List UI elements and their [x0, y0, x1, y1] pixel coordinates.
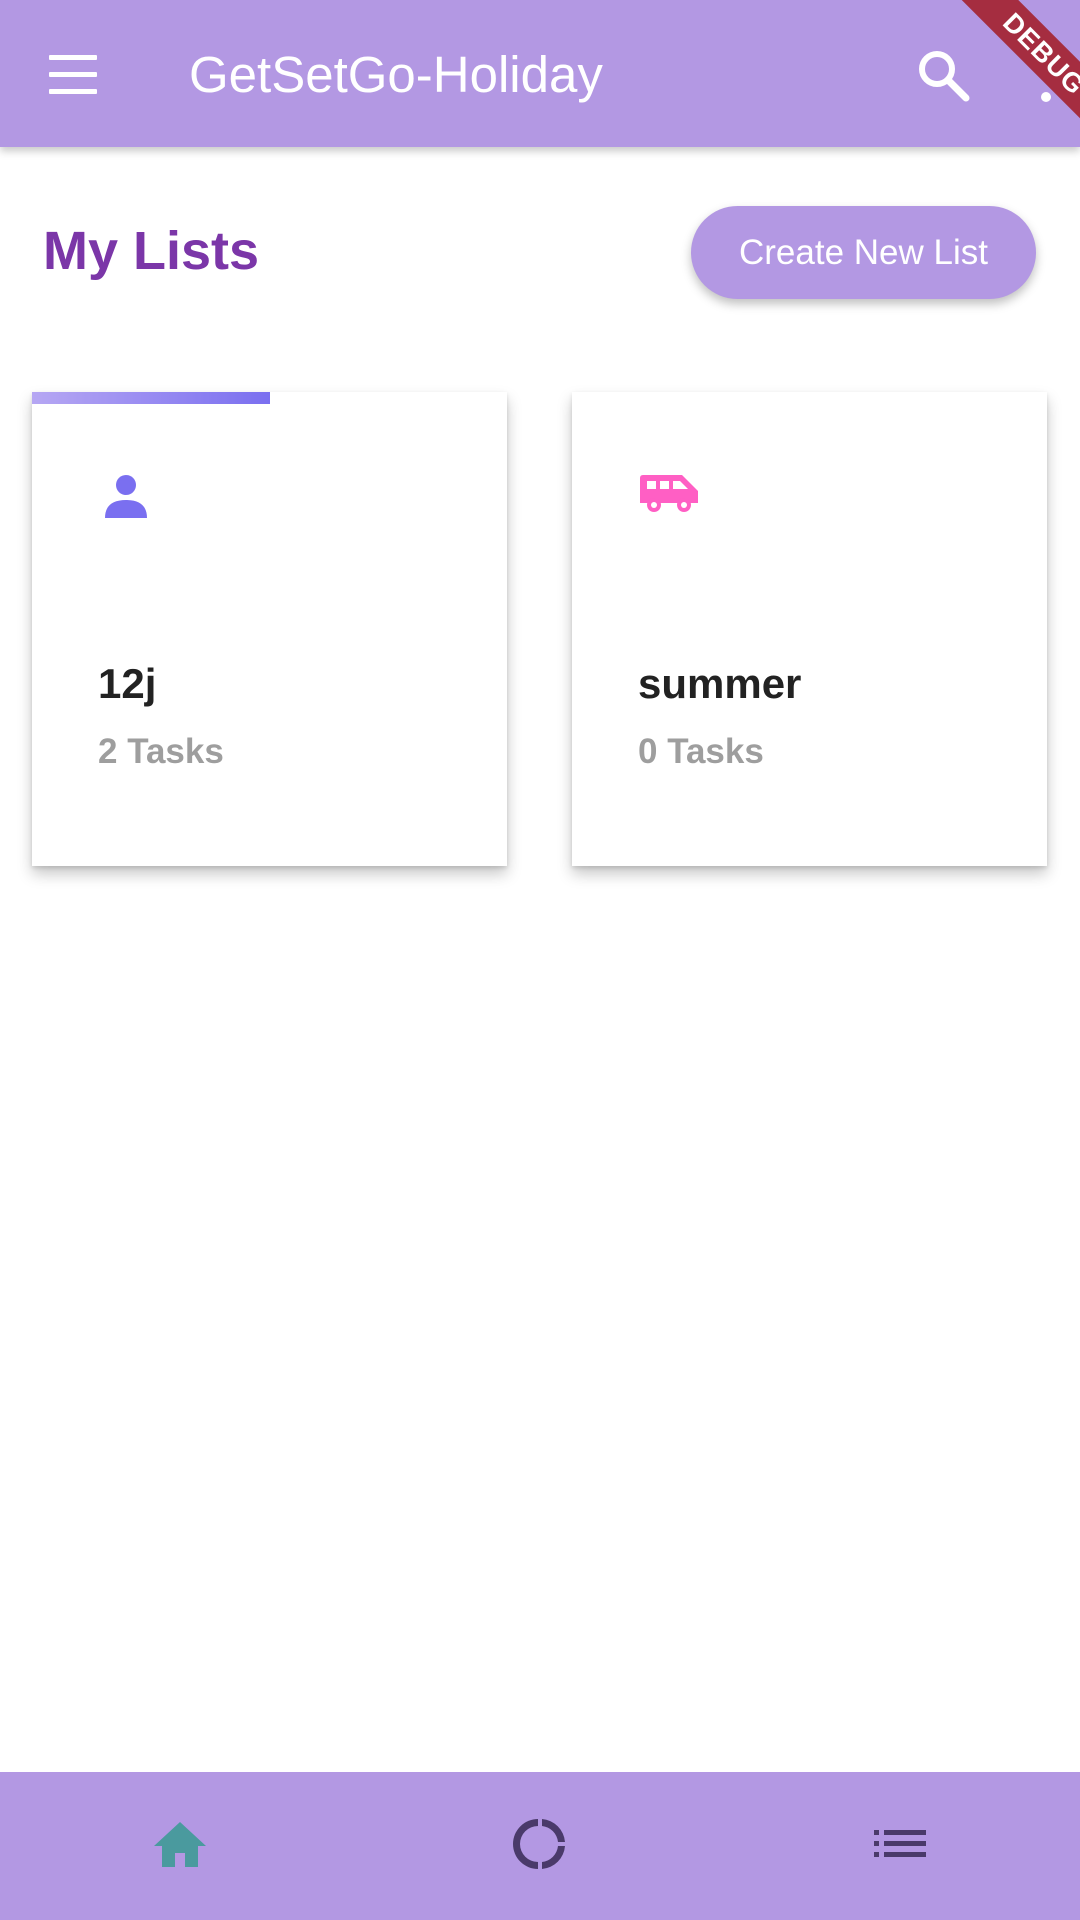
- list-card[interactable]: summer 0 Tasks: [572, 392, 1047, 866]
- list-card[interactable]: 12j 2 Tasks: [32, 392, 507, 866]
- app-title: GetSetGo-Holiday: [189, 46, 603, 103]
- progress-bar-fill: [32, 392, 270, 404]
- list-icon: [874, 1828, 926, 1865]
- list-name: summer: [638, 660, 802, 707]
- person-icon: [104, 474, 148, 523]
- donut-chart-icon: [512, 1816, 568, 1877]
- task-count: 0 Tasks: [638, 732, 764, 771]
- progress-bar: [572, 392, 1047, 404]
- menu-icon[interactable]: [40, 46, 106, 104]
- task-count: 2 Tasks: [98, 732, 224, 771]
- nav-item-home[interactable]: [0, 1772, 360, 1920]
- nav-item-lists[interactable]: [720, 1772, 1080, 1920]
- progress-bar: [32, 392, 507, 404]
- more-vert-icon[interactable]: [1030, 46, 1060, 106]
- bottom-nav: [0, 1772, 1080, 1920]
- app-bar: GetSetGo-Holiday: [0, 0, 1080, 147]
- home-icon: [152, 1820, 208, 1873]
- page-title: My Lists: [43, 221, 260, 281]
- van-icon: [638, 474, 700, 519]
- list-name: 12j: [98, 660, 157, 707]
- nav-item-stats[interactable]: [360, 1772, 720, 1920]
- search-icon[interactable]: [912, 44, 976, 108]
- create-new-list-button[interactable]: Create New List: [691, 206, 1036, 299]
